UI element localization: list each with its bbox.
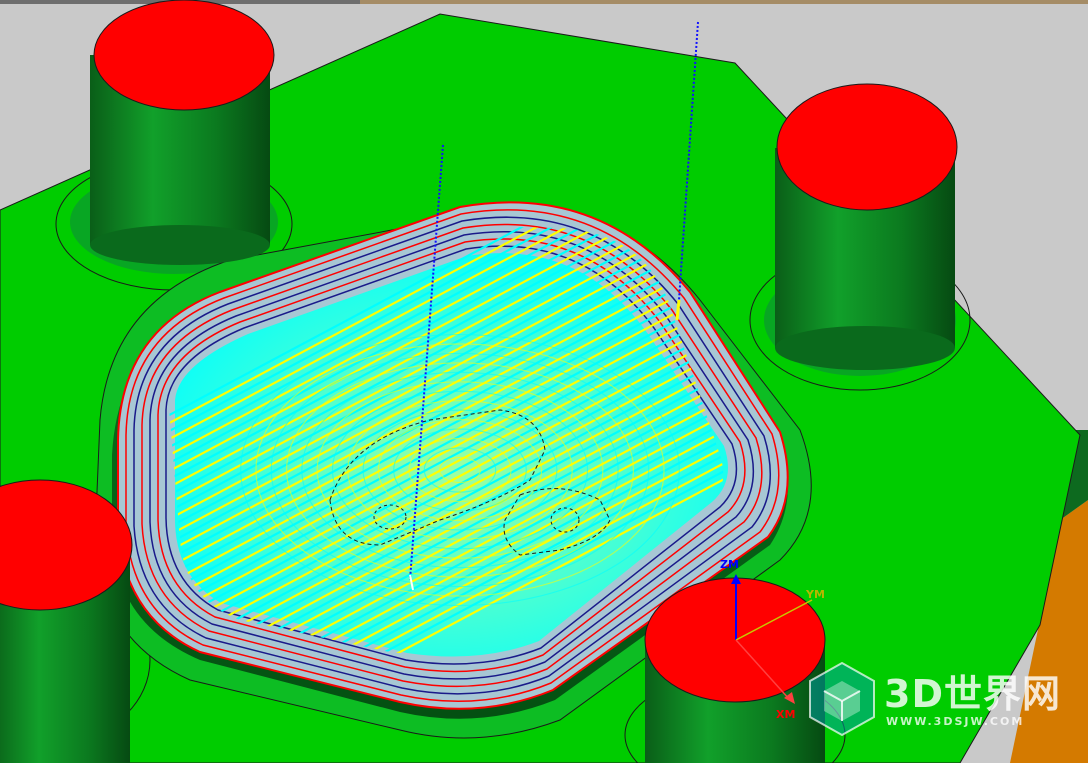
watermark: 3D世界网 WWW.3DSJW.COM [804, 659, 1064, 739]
watermark-url: WWW.3DSJW.COM [886, 715, 1025, 728]
wcs-y-label: YM [805, 588, 825, 601]
boss-cylinder[interactable] [0, 479, 133, 763]
boss-cylinder[interactable] [90, 0, 275, 265]
graphics-window[interactable]: ZM YM XM 3D世界网 WWW.3DSJW.COM [0, 0, 1088, 763]
cad-viewport[interactable]: ZM YM XM [0, 0, 1088, 763]
wcs-z-label: ZM [720, 558, 739, 571]
watermark-title: 3D世界网 [884, 672, 1061, 716]
isometric-cube-icon [809, 661, 875, 737]
boss-top-face[interactable] [776, 83, 958, 211]
wcs-x-label: XM [776, 708, 795, 721]
boss-top-face[interactable] [93, 0, 275, 111]
toolpath-lead-in [675, 299, 681, 321]
boss-cylinder[interactable] [775, 83, 958, 370]
